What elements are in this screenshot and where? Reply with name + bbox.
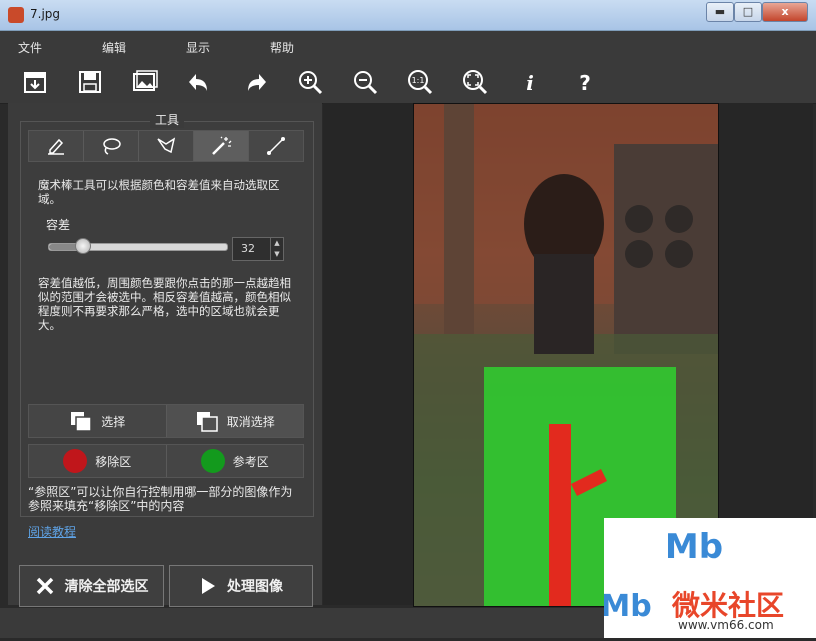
maximize-button[interactable]: □ xyxy=(734,2,762,22)
tolerance-description: 容差值越低，周围颜色要跟你点击的那一点越趋相似的范围才会被选中。相反容差值越高，… xyxy=(38,276,291,332)
remove-region-label: 移除区 xyxy=(95,454,132,469)
zoom-in-icon[interactable] xyxy=(295,67,325,97)
svg-text:1:1: 1:1 xyxy=(412,76,425,85)
deselect-label: 取消选择 xyxy=(226,414,275,429)
menu-edit[interactable]: 编辑 xyxy=(102,39,126,56)
actual-size-icon[interactable]: 1:1 xyxy=(405,67,435,97)
line-icon xyxy=(267,137,285,155)
svg-text:i: i xyxy=(526,71,534,95)
region-buttons: 移除区 参考区 xyxy=(28,444,304,478)
tolerance-label: 容差 xyxy=(46,218,71,232)
magic-wand-tool-button[interactable] xyxy=(194,131,249,161)
open-icon[interactable] xyxy=(20,67,50,97)
deselect-button[interactable]: 取消选择 xyxy=(165,405,303,437)
polygon-lasso-icon xyxy=(157,137,176,154)
menu-bar: 文件 编辑 显示 帮助 xyxy=(0,31,816,61)
clear-all-selections-button[interactable]: 清除全部选区 xyxy=(19,565,164,607)
spin-arrows[interactable]: ▲ ▼ xyxy=(270,238,283,260)
marker-icon xyxy=(48,138,64,155)
menu-help[interactable]: 帮助 xyxy=(270,39,294,56)
reference-region-swatch xyxy=(200,449,225,473)
remove-mask xyxy=(549,424,571,606)
lasso-tool-button[interactable] xyxy=(84,131,139,161)
remove-region-button[interactable]: 移除区 xyxy=(29,445,166,477)
watermark: Mb Mb 微米社区 www.vm66.com xyxy=(600,518,816,638)
app-icon xyxy=(8,7,24,23)
play-icon xyxy=(202,578,215,594)
redo-icon[interactable] xyxy=(240,67,270,97)
svg-text:?: ? xyxy=(579,71,591,95)
reference-region-button[interactable]: 参考区 xyxy=(165,445,303,477)
select-label: 选择 xyxy=(101,414,126,429)
x-icon xyxy=(36,577,53,595)
remove-region-swatch xyxy=(63,449,88,473)
clear-all-label: 清除全部选区 xyxy=(64,579,149,595)
help-icon[interactable]: ? xyxy=(570,67,600,97)
reference-region-label: 参考区 xyxy=(232,454,269,469)
tool-selector xyxy=(28,130,304,162)
line-tool-button[interactable] xyxy=(249,131,303,161)
select-icon xyxy=(71,412,92,432)
svg-text:Mb: Mb xyxy=(604,589,652,624)
fit-icon[interactable] xyxy=(460,67,490,97)
lasso-icon xyxy=(103,138,121,155)
tolerance-value: 32 xyxy=(241,242,255,255)
process-image-button[interactable]: 处理图像 xyxy=(169,565,313,607)
reference-description: “参照区”可以让你自行控制用哪一部分的图像作为参照来填充“移除区”中的内容 xyxy=(28,485,293,513)
info-icon[interactable]: i xyxy=(515,67,545,97)
toolbar: 1:1 i ? xyxy=(0,61,816,104)
process-label: 处理图像 xyxy=(227,579,283,595)
marker-tool-button[interactable] xyxy=(29,131,84,161)
selection-buttons: 选择 取消选择 xyxy=(28,404,304,438)
menu-view[interactable]: 显示 xyxy=(186,39,210,56)
title-bar: 7.jpg ▬ □ x xyxy=(0,0,816,31)
read-tutorial-link[interactable]: 阅读教程 xyxy=(28,523,76,540)
polygon-lasso-tool-button[interactable] xyxy=(139,131,194,161)
watermark-url: www.vm66.com xyxy=(678,618,774,632)
save-icon[interactable] xyxy=(75,67,105,97)
svg-text:Mb: Mb xyxy=(665,527,723,567)
select-button[interactable]: 选择 xyxy=(29,405,166,437)
menu-file[interactable]: 文件 xyxy=(18,39,42,56)
minimize-button[interactable]: ▬ xyxy=(706,2,734,22)
tolerance-spinbox[interactable]: 32 ▲ ▼ xyxy=(232,237,284,261)
image-icon[interactable] xyxy=(130,67,160,97)
tools-label: 工具 xyxy=(150,111,185,128)
tolerance-slider[interactable] xyxy=(48,238,228,254)
zoom-out-icon[interactable] xyxy=(350,67,380,97)
window-title: 7.jpg xyxy=(30,7,61,21)
close-button[interactable]: x xyxy=(762,2,808,22)
undo-icon[interactable] xyxy=(185,67,215,97)
tool-description: 魔术棒工具可以根据颜色和容差值来自动选取区域。 xyxy=(38,178,280,206)
magic-wand-icon xyxy=(212,136,232,155)
deselect-icon xyxy=(196,412,218,432)
